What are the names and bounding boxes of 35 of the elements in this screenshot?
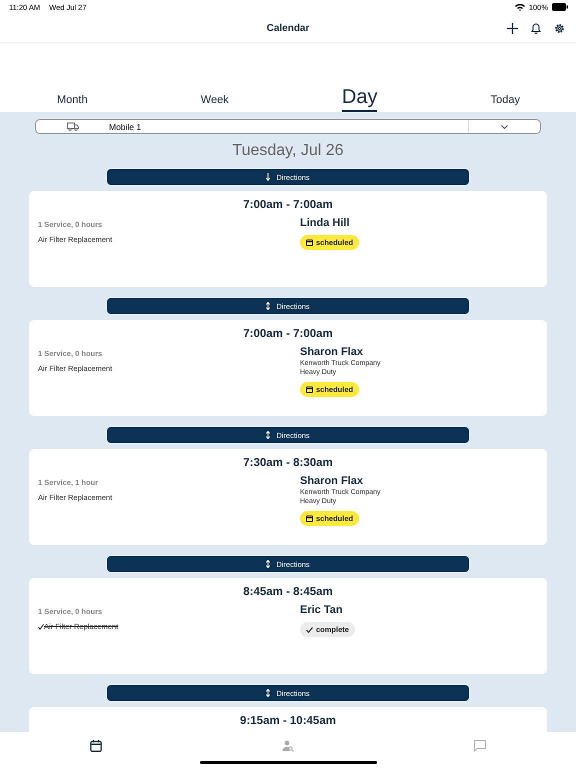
check-icon: [306, 626, 313, 632]
calendar-tab-icon[interactable]: [90, 740, 102, 752]
arrow-up-down-icon: [266, 689, 270, 697]
chevron-down-icon: [501, 124, 508, 128]
bell-icon[interactable]: [531, 23, 541, 34]
customer-name: Linda Hill: [300, 217, 350, 229]
nav-title: Calendar: [266, 22, 310, 34]
check-icon: [38, 624, 44, 630]
arrow-up-down-icon: [266, 302, 270, 310]
calendar-icon: [306, 386, 313, 393]
truck-icon: [67, 122, 79, 131]
view-tab[interactable]: Day: [342, 86, 378, 112]
arrow-down-icon: [266, 173, 270, 181]
appointment-time: 9:15am - 10:45am: [239, 715, 337, 727]
appointment-time: 8:45am - 8:45am: [242, 586, 334, 598]
calendar-icon: [306, 515, 313, 522]
customer-name: Eric Tan: [300, 604, 344, 616]
plus-icon[interactable]: [507, 23, 518, 34]
appointment-card[interactable]: 9:15am - 10:45am: [29, 707, 547, 732]
customer-name: Sharon Flax: [300, 346, 364, 358]
customer-name: Sharon Flax: [300, 475, 364, 487]
appointment-time: 7:00am - 7:00am: [242, 328, 334, 340]
appointment-time: 7:30am - 8:30am: [242, 457, 334, 469]
view-tab[interactable]: Week: [200, 94, 229, 112]
settings-icon[interactable]: [554, 23, 565, 34]
battery-icon: [552, 3, 568, 11]
view-tab[interactable]: Month: [57, 94, 88, 112]
vehicle-select[interactable]: Mobile 1: [35, 119, 541, 134]
appointment-time: 7:00am - 7:00am: [242, 199, 334, 211]
date-heading: Tuesday, Jul 26: [232, 142, 344, 160]
today-button[interactable]: Today: [490, 94, 520, 112]
calendar-icon: [306, 239, 313, 246]
wifi-icon: [514, 3, 525, 11]
arrow-up-down-icon: [266, 560, 270, 568]
arrow-up-down-icon: [266, 431, 270, 439]
